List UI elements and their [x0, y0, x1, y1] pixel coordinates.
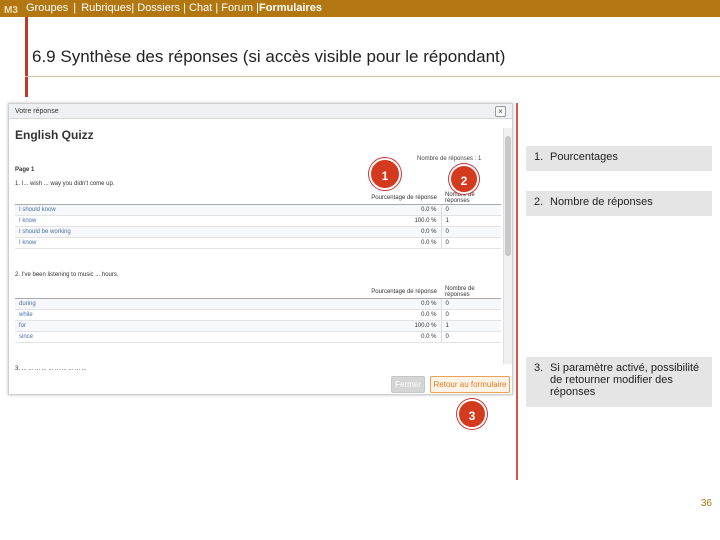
count-cell: 0	[440, 309, 501, 321]
table-row: I know 0.0 % 0	[15, 237, 501, 249]
percentage-cell: 0.0 %	[361, 309, 441, 321]
table-row: since 0.0 % 0	[15, 331, 501, 343]
count-cell: 0	[440, 237, 501, 249]
nav-separator: |	[180, 2, 190, 14]
count-column-header: Nombre de réponses	[441, 286, 501, 299]
scrollbar-thumb[interactable]	[505, 136, 511, 256]
count-cell: 1	[440, 215, 501, 227]
module-badge: M3	[4, 5, 18, 16]
answer-cell: I should be working	[15, 226, 361, 238]
nav-link-formulaires[interactable]: Formulaires	[259, 2, 322, 14]
count-cell: 0	[440, 331, 501, 343]
table-row: while 0.0 % 0	[15, 309, 501, 321]
legend-item-3: 3. Si paramètre activé, possibilité de re…	[526, 357, 712, 407]
callout-marker-1: 1	[369, 158, 401, 190]
percentage-column-header: Pourcentage de réponse	[361, 286, 441, 299]
nav-link-groupes[interactable]: Groupes	[26, 2, 68, 14]
red-guide-line-right	[516, 103, 518, 480]
legend-number: 2.	[534, 196, 544, 208]
answer-cell: while	[15, 309, 361, 321]
legend-text: Pourcentages	[550, 151, 618, 163]
nav-links: Groupes | Rubriques| Dossiers | Chat | F…	[26, 0, 322, 17]
question-2-results-table: Pourcentage de réponse Nombre de réponse…	[15, 286, 501, 343]
answer-column-header	[15, 192, 361, 205]
slide-title: 6.9 Synthèse des réponses (si accès visi…	[32, 47, 506, 66]
nav-separator: |	[212, 2, 222, 14]
answer-cell: I know	[15, 237, 361, 249]
answer-cell: I should know	[15, 204, 361, 216]
red-guide-line-left	[25, 17, 28, 97]
question-1-text: 1. I... wish ... way you didn't come up.	[15, 181, 115, 187]
count-cell: 0	[440, 204, 501, 216]
legend-number: 1.	[534, 151, 544, 163]
table-row: during 0.0 % 0	[15, 298, 501, 310]
close-button[interactable]: Fermer	[391, 376, 425, 393]
percentage-cell: 100.0 %	[361, 320, 441, 332]
percentage-cell: 0.0 %	[361, 204, 441, 216]
table-row: I should be working 0.0 % 0	[15, 226, 501, 238]
percentage-cell: 0.0 %	[361, 331, 441, 343]
count-cell: 0	[440, 298, 501, 310]
table-header-row: Pourcentage de réponse Nombre de réponse…	[15, 286, 501, 299]
top-navigation-bar: M3 Groupes | Rubriques| Dossiers | Chat …	[0, 0, 720, 17]
percentage-column-header: Pourcentage de réponse	[361, 192, 441, 205]
answer-cell: I know	[15, 215, 361, 227]
answer-cell: for	[15, 320, 361, 332]
count-cell: 0	[440, 226, 501, 238]
vertical-scrollbar[interactable]	[503, 128, 512, 364]
table-row: for 100.0 % 1	[15, 320, 501, 332]
nav-link-forum[interactable]: Forum	[221, 2, 253, 14]
legend-text: Si paramètre activé, possibilité de reto…	[550, 362, 700, 398]
answer-column-header	[15, 286, 361, 299]
quiz-title: English Quizz	[15, 128, 94, 142]
legend-number: 3.	[534, 362, 544, 374]
question-3-text: 3. ... ... ... ... ... ... ... ... ... .…	[15, 366, 87, 372]
nav-link-rubriques[interactable]: Rubriques	[81, 2, 131, 14]
legend-text: Nombre de réponses	[550, 196, 653, 208]
nav-separator: |	[70, 2, 80, 14]
percentage-cell: 100.0 %	[361, 215, 441, 227]
answer-cell: during	[15, 298, 361, 310]
page-number: 36	[700, 498, 712, 509]
count-cell: 1	[440, 320, 501, 332]
table-row: I know 100.0 % 1	[15, 215, 501, 227]
close-icon[interactable]: ×	[495, 106, 506, 117]
question-1-results-table: Pourcentage de réponse Nombre de réponse…	[15, 192, 501, 249]
question-2-text: 2. I've been listening to music ... hour…	[15, 272, 119, 278]
callout-marker-3: 3	[457, 399, 487, 429]
title-divider	[25, 76, 720, 77]
slide: M3 Groupes | Rubriques| Dossiers | Chat …	[0, 0, 720, 540]
responses-count: Nombre de réponses : 1	[417, 156, 482, 162]
percentage-cell: 0.0 %	[361, 226, 441, 238]
legend-item-1: 1. Pourcentages	[526, 146, 712, 171]
percentage-cell: 0.0 %	[361, 237, 441, 249]
percentage-cell: 0.0 %	[361, 298, 441, 310]
page-label: Page 1	[15, 167, 35, 173]
legend-item-2: 2. Nombre de réponses	[526, 191, 712, 216]
window-title: Votre réponse	[9, 104, 512, 119]
nav-link-dossiers[interactable]: Dossiers	[137, 2, 180, 14]
count-column-header: Nombre de réponses	[441, 192, 501, 205]
table-header-row: Pourcentage de réponse Nombre de réponse…	[15, 192, 501, 205]
nav-link-chat[interactable]: Chat	[189, 2, 212, 14]
callout-marker-2: 2	[449, 164, 479, 194]
answer-cell: since	[15, 331, 361, 343]
table-row: I should know 0.0 % 0	[15, 204, 501, 216]
return-to-form-button[interactable]: Retour au formulaire	[430, 376, 510, 393]
response-summary-window: Votre réponse × English Quizz Nombre de …	[8, 103, 513, 395]
